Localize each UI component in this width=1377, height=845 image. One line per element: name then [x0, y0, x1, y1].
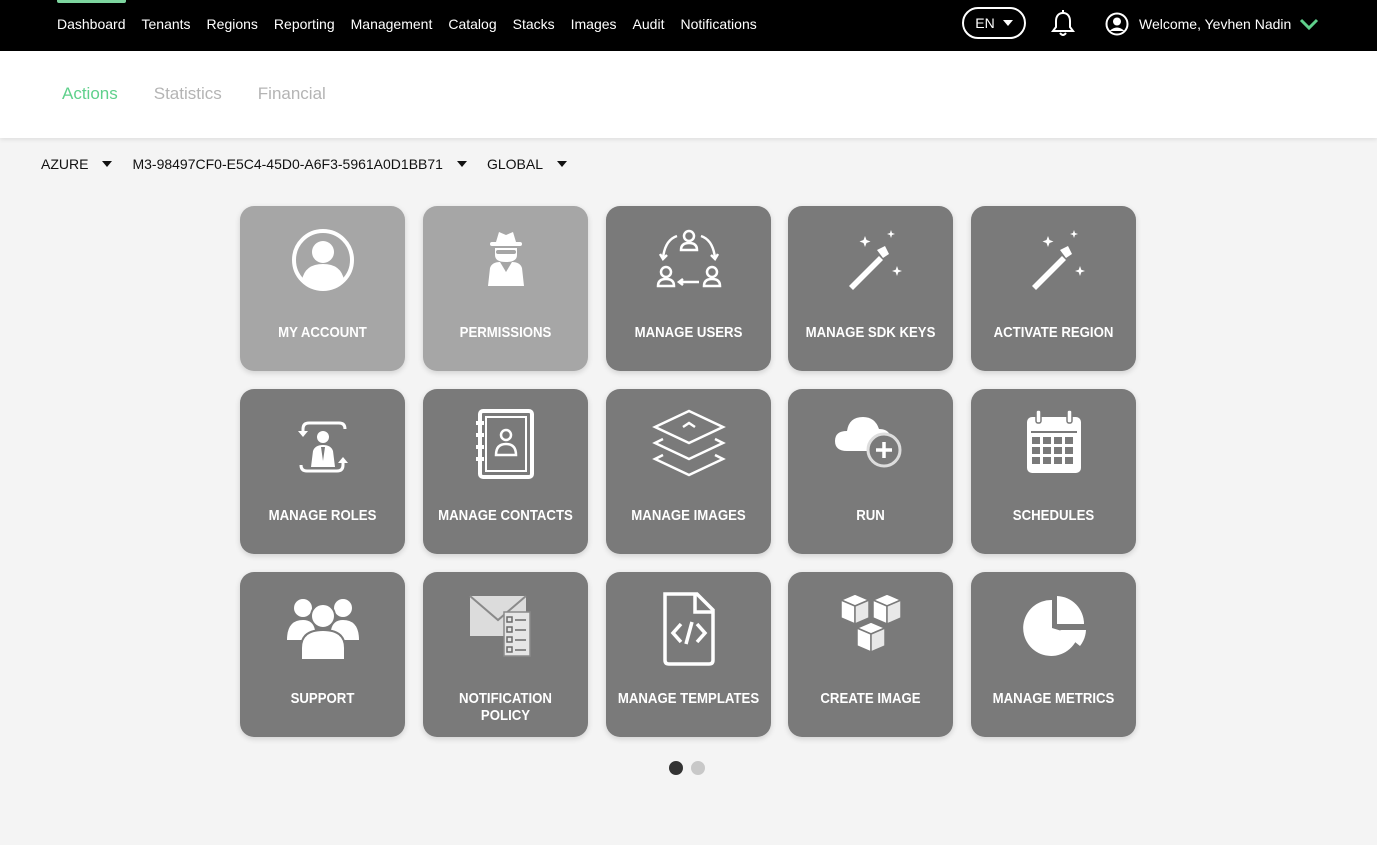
nav-regions[interactable]: Regions	[207, 0, 258, 51]
tile-manage-roles[interactable]: MANAGE ROLES	[240, 389, 405, 554]
magic-wand-icon	[1031, 230, 1085, 290]
magic-wand-icon	[848, 230, 902, 290]
cloud-select[interactable]: AZURE	[41, 156, 113, 172]
main-nav: Dashboard Tenants Regions Reporting Mana…	[57, 0, 773, 51]
tab-financial[interactable]: Financial	[258, 84, 326, 104]
bell-icon[interactable]	[1050, 10, 1076, 38]
account-icon	[291, 229, 354, 291]
nav-audit[interactable]: Audit	[633, 0, 665, 51]
cloud-plus-icon	[834, 417, 901, 468]
tile-label: NOTIFICATION POLICY	[459, 690, 552, 724]
tile-label: MY ACCOUNT	[278, 324, 367, 341]
language-select[interactable]: EN	[962, 7, 1026, 39]
user-menu[interactable]: Welcome, Yevhen Nadin	[1105, 11, 1319, 37]
tile-manage-contacts[interactable]: MANAGE CONTACTS	[423, 389, 588, 554]
filter-bar: AZURE M3-98497CF0-E5C4-45D0-A6F3-5961A0D…	[41, 154, 587, 174]
tile-manage-users[interactable]: MANAGE USERS	[606, 206, 771, 371]
tab-actions[interactable]: Actions	[62, 84, 118, 104]
tile-label: SUPPORT	[290, 690, 355, 707]
tile-schedules[interactable]: SCHEDULES	[971, 389, 1136, 554]
nav-tenants[interactable]: Tenants	[142, 0, 191, 51]
nav-dashboard[interactable]: Dashboard	[57, 0, 126, 51]
pagination-dots	[669, 761, 705, 775]
calendar-icon	[1026, 409, 1081, 473]
nav-images[interactable]: Images	[571, 0, 617, 51]
tile-manage-images[interactable]: MANAGE IMAGES	[606, 389, 771, 554]
user-avatar-icon	[1105, 12, 1129, 36]
tile-label: RUN	[856, 507, 885, 524]
code-file-icon	[662, 592, 715, 666]
tile-label: MANAGE TEMPLATES	[617, 690, 760, 707]
spy-icon	[487, 232, 524, 286]
tile-label: CREATE IMAGE	[820, 690, 921, 707]
scope-select[interactable]: GLOBAL	[487, 156, 567, 172]
tile-permissions[interactable]: PERMISSIONS	[423, 206, 588, 371]
tile-label: MANAGE SDK KEYS	[805, 324, 936, 341]
welcome-text: Welcome, Yevhen Nadin	[1139, 16, 1292, 32]
tile-activate-region[interactable]: ACTIVATE REGION	[971, 206, 1136, 371]
tile-label: SCHEDULES	[1012, 507, 1095, 524]
page-dot-2[interactable]	[691, 761, 705, 775]
tile-notification-policy[interactable]: NOTIFICATION POLICY	[423, 572, 588, 737]
tile-label: ACTIVATE REGION	[993, 324, 1114, 341]
users-cycle-icon	[656, 229, 721, 288]
caret-down-icon	[557, 161, 567, 167]
tile-manage-templates[interactable]: MANAGE TEMPLATES	[606, 572, 771, 737]
page-dot-1[interactable]	[669, 761, 683, 775]
scope-value: GLOBAL	[486, 156, 543, 172]
tile-label: MANAGE CONTACTS	[438, 507, 573, 524]
nav-stacks[interactable]: Stacks	[513, 0, 555, 51]
tile-label: MANAGE METRICS	[992, 690, 1115, 707]
role-switch-icon	[297, 421, 348, 473]
group-icon	[286, 599, 359, 661]
account-value: M3-98497CF0-E5C4-45D0-A6F3-5961A0D1BB71	[132, 156, 443, 172]
layers-icon	[651, 409, 726, 477]
caret-down-icon	[456, 161, 467, 167]
tile-label: MANAGE IMAGES	[631, 507, 746, 524]
cloud-value: AZURE	[41, 156, 89, 172]
tile-label: MANAGE ROLES	[268, 507, 377, 524]
language-value: EN	[975, 15, 995, 31]
nav-catalog[interactable]: Catalog	[448, 0, 496, 51]
tile-label: MANAGE USERS	[634, 324, 743, 341]
cubes-icon	[838, 593, 903, 654]
section-tabs: Actions Statistics Financial	[62, 84, 326, 104]
mail-checklist-icon	[468, 595, 531, 657]
sub-header: Actions Statistics Financial	[0, 51, 1377, 138]
contact-book-icon	[475, 409, 534, 479]
tile-my-account[interactable]: MY ACCOUNT	[240, 206, 405, 371]
account-select[interactable]: M3-98497CF0-E5C4-45D0-A6F3-5961A0D1BB71	[132, 156, 467, 172]
tile-manage-sdk-keys[interactable]: MANAGE SDK KEYS	[788, 206, 953, 371]
nav-reporting[interactable]: Reporting	[274, 0, 335, 51]
tile-create-image[interactable]: CREATE IMAGE	[788, 572, 953, 737]
caret-down-icon	[1002, 20, 1013, 26]
tile-support[interactable]: SUPPORT	[240, 572, 405, 737]
tile-run[interactable]: RUN	[788, 389, 953, 554]
caret-down-icon	[102, 161, 113, 167]
nav-management[interactable]: Management	[351, 0, 433, 51]
chevron-down-icon	[1300, 18, 1319, 31]
top-nav-bar: Dashboard Tenants Regions Reporting Mana…	[0, 0, 1377, 51]
tile-manage-metrics[interactable]: MANAGE METRICS	[971, 572, 1136, 737]
nav-notifications[interactable]: Notifications	[680, 0, 756, 51]
pie-chart-icon	[1022, 596, 1086, 656]
tab-statistics[interactable]: Statistics	[154, 84, 222, 104]
tile-label: PERMISSIONS	[459, 324, 552, 341]
